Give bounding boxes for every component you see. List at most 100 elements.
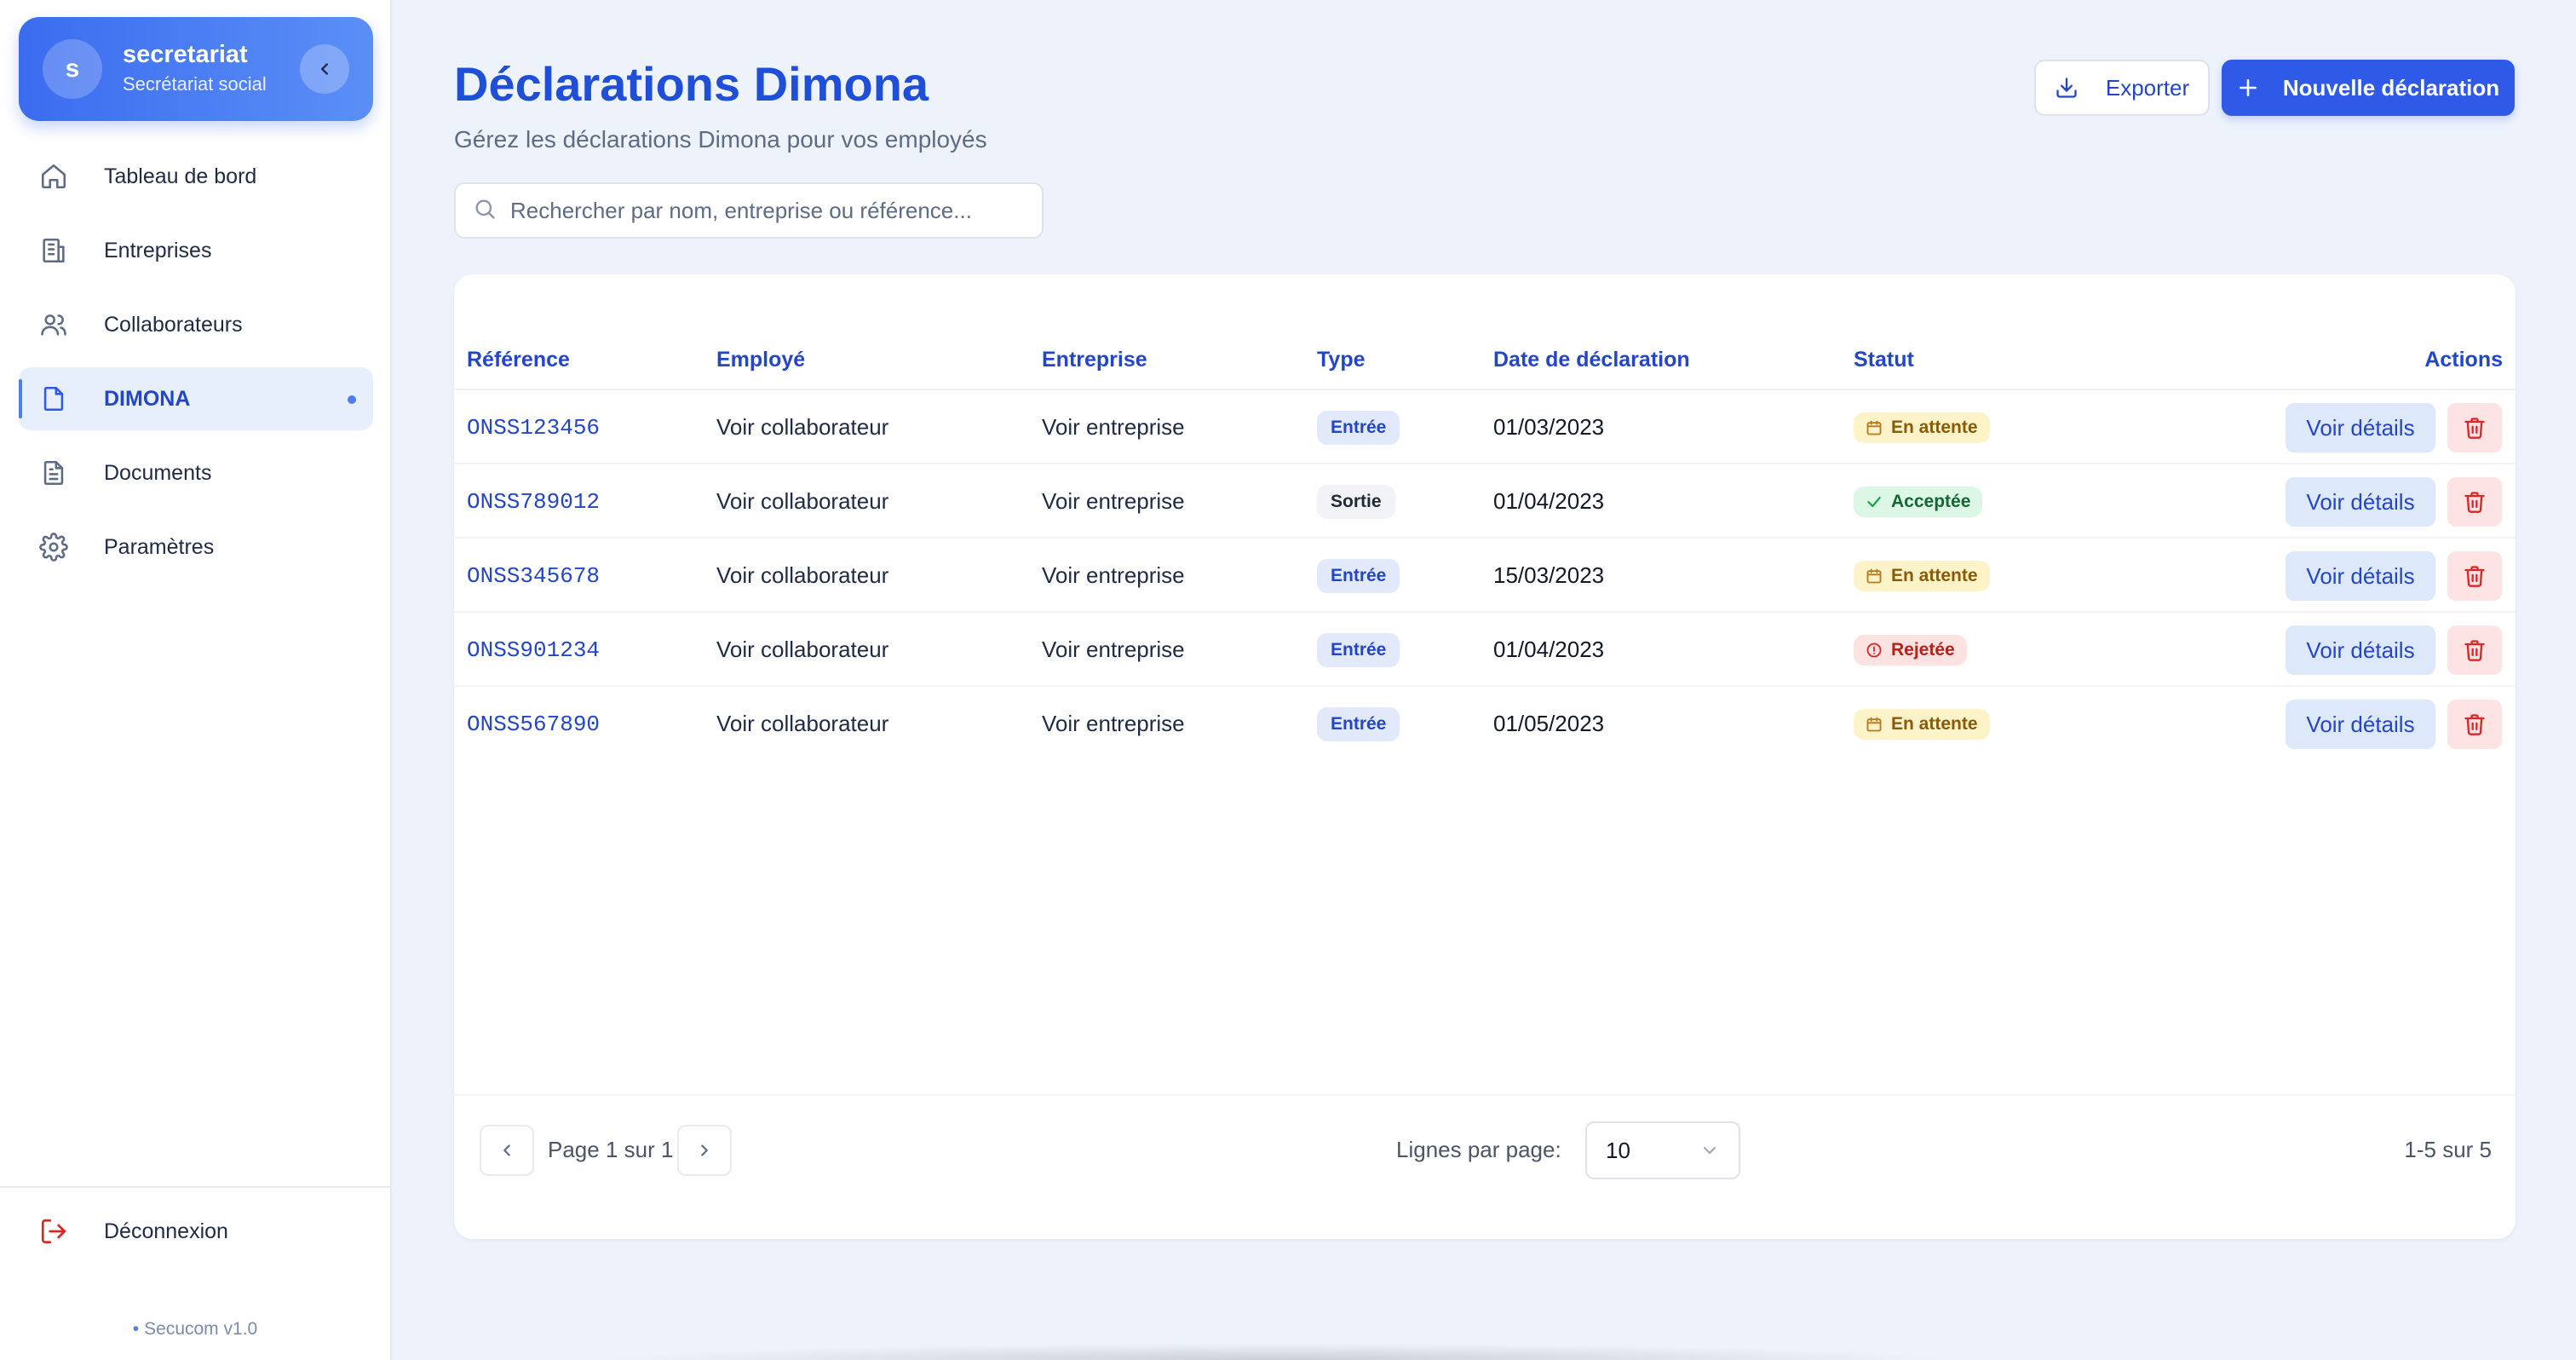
calendar-icon: [1866, 716, 1883, 733]
collapse-sidebar-button[interactable]: [300, 44, 349, 94]
type-cell: Entrée: [1317, 613, 1400, 687]
employee-link[interactable]: Voir collaborateur: [716, 539, 888, 613]
reference-link[interactable]: ONSS789012: [467, 464, 600, 539]
reference-link[interactable]: ONSS567890: [467, 687, 600, 761]
search-icon: [473, 197, 497, 225]
reference-link[interactable]: ONSS901234: [467, 613, 600, 687]
export-button[interactable]: Exporter: [2034, 60, 2210, 116]
sidebar-item-documents[interactable]: Documents: [19, 441, 373, 504]
sidebar-item-settings[interactable]: Paramètres: [19, 516, 373, 579]
sidebar-item-companies[interactable]: Entreprises: [19, 219, 373, 282]
plus-icon: [2237, 77, 2259, 99]
rows-per-page-value: 10: [1606, 1137, 1630, 1163]
calendar-icon: [1866, 419, 1883, 436]
table-header: Référence Employé Entreprise Type Date d…: [454, 326, 2516, 390]
status-badge: En attente: [1854, 560, 1990, 591]
sidebar-item-label: Paramètres: [104, 534, 215, 559]
rows-per-page-select[interactable]: 10: [1585, 1121, 1740, 1179]
company-link[interactable]: Voir entreprise: [1042, 613, 1185, 687]
chevron-down-icon: [1699, 1140, 1720, 1161]
delete-button[interactable]: [2447, 551, 2502, 601]
search-input[interactable]: [510, 197, 1038, 224]
column-header-actions: Actions: [2424, 348, 2503, 372]
column-header-reference[interactable]: Référence: [467, 348, 570, 372]
employee-link[interactable]: Voir collaborateur: [716, 390, 888, 464]
column-header-status[interactable]: Statut: [1854, 348, 1914, 372]
trash-icon: [2464, 566, 2485, 587]
status-badge: Acceptée: [1854, 486, 1983, 517]
type-cell: Entrée: [1317, 687, 1400, 761]
type-badge: Entrée: [1317, 632, 1400, 667]
sidebar-item-dimona[interactable]: DIMONA: [19, 367, 373, 430]
employee-link[interactable]: Voir collaborateur: [716, 613, 888, 687]
gear-icon: [36, 529, 72, 565]
rows-per-page-label: Lignes par page:: [1396, 1137, 1561, 1162]
calendar-icon: [1866, 568, 1883, 585]
sidebar-item-label: DIMONA: [104, 386, 191, 411]
sidebar-item-collaborators[interactable]: Collaborateurs: [19, 293, 373, 356]
account-card[interactable]: s secretariat Secrétariat social: [19, 17, 373, 121]
column-header-employee[interactable]: Employé: [716, 348, 805, 372]
view-details-button[interactable]: Voir détails: [2286, 403, 2435, 452]
sidebar-nav: Tableau de bord Entreprises Collaborateu…: [19, 145, 373, 590]
table-row: ONSS901234 Voir collaborateur Voir entre…: [454, 613, 2516, 687]
alert-circle-icon: [1866, 642, 1883, 659]
company-link[interactable]: Voir entreprise: [1042, 539, 1185, 613]
page-indicator: Page 1 sur 1: [548, 1137, 674, 1162]
view-details-button[interactable]: Voir détails: [2286, 700, 2435, 749]
employee-link[interactable]: Voir collaborateur: [716, 687, 888, 761]
type-badge: Sortie: [1317, 484, 1395, 519]
column-header-company[interactable]: Entreprise: [1042, 348, 1147, 372]
trash-icon: [2464, 418, 2485, 439]
previous-page-button[interactable]: [480, 1125, 534, 1176]
sidebar-divider: [0, 1186, 390, 1188]
status-badge: Rejetée: [1854, 634, 1967, 666]
account-role: Secrétariat social: [123, 73, 267, 95]
sidebar-item-dashboard[interactable]: Tableau de bord: [19, 145, 373, 208]
reference-link[interactable]: ONSS123456: [467, 390, 600, 464]
type-badge: Entrée: [1317, 558, 1400, 593]
company-link[interactable]: Voir entreprise: [1042, 464, 1185, 539]
view-details-button[interactable]: Voir détails: [2286, 477, 2435, 527]
document-icon: [36, 455, 72, 491]
delete-button[interactable]: [2447, 625, 2502, 675]
delete-button[interactable]: [2447, 477, 2502, 527]
download-icon: [2055, 76, 2079, 100]
reference-link[interactable]: ONSS345678: [467, 539, 600, 613]
new-declaration-button[interactable]: Nouvelle déclaration: [2222, 60, 2515, 116]
employee-link[interactable]: Voir collaborateur: [716, 464, 888, 539]
column-header-type[interactable]: Type: [1317, 348, 1366, 372]
logout-button[interactable]: Déconnexion: [36, 1213, 228, 1249]
status-cell: En attente: [1854, 390, 1990, 464]
table-row: ONSS789012 Voir collaborateur Voir entre…: [454, 464, 2516, 539]
sidebar-item-label: Documents: [104, 460, 212, 485]
view-details-button[interactable]: Voir détails: [2286, 551, 2435, 601]
page-title: Déclarations Dimona: [454, 57, 929, 111]
status-label: En attente: [1891, 417, 1978, 437]
type-cell: Sortie: [1317, 464, 1395, 539]
delete-button[interactable]: [2447, 700, 2502, 749]
status-badge: En attente: [1854, 708, 1990, 740]
chevron-left-icon: [321, 63, 328, 75]
view-details-button[interactable]: Voir détails: [2286, 625, 2435, 675]
company-link[interactable]: Voir entreprise: [1042, 390, 1185, 464]
chevron-right-icon: [701, 1144, 708, 1156]
app-version: • Secucom v1.0: [0, 1319, 390, 1340]
check-icon: [1866, 493, 1883, 510]
type-cell: Entrée: [1317, 390, 1400, 464]
home-icon: [36, 158, 72, 194]
date-cell: 01/04/2023: [1493, 488, 1605, 514]
users-icon: [36, 307, 72, 343]
table-row: ONSS567890 Voir collaborateur Voir entre…: [454, 687, 2516, 761]
new-declaration-label: Nouvelle déclaration: [2282, 74, 2500, 101]
logout-label: Déconnexion: [104, 1219, 228, 1243]
declarations-table-card: Référence Employé Entreprise Type Date d…: [454, 274, 2516, 1239]
search-field[interactable]: [454, 182, 1044, 239]
column-header-date[interactable]: Date de déclaration: [1493, 348, 1690, 372]
delete-button[interactable]: [2447, 403, 2502, 452]
company-link[interactable]: Voir entreprise: [1042, 687, 1185, 761]
next-page-button[interactable]: [677, 1125, 732, 1176]
status-label: Rejetée: [1891, 639, 1955, 660]
logout-icon: [36, 1213, 72, 1249]
pagination-divider: [454, 1094, 2516, 1096]
